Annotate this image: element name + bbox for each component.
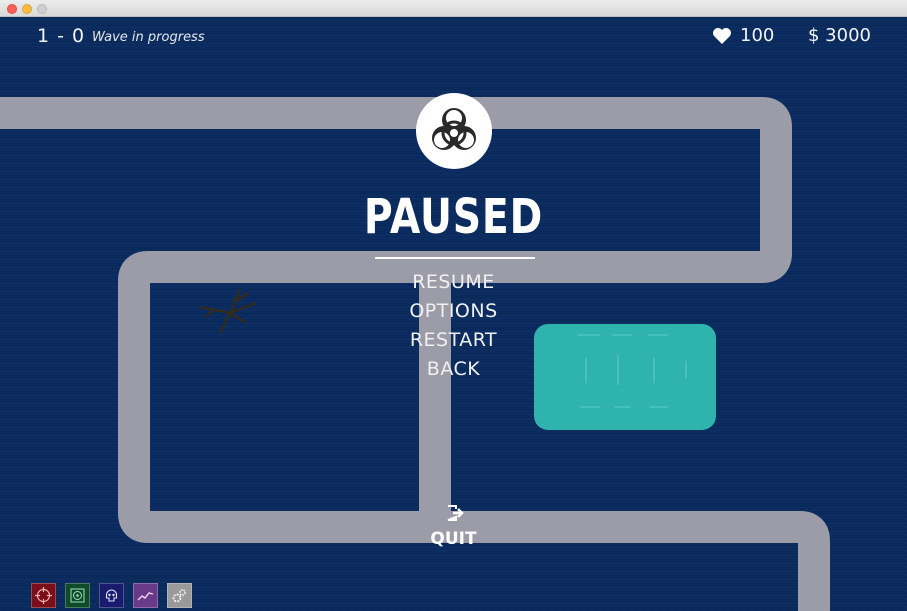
tower-slot-radar[interactable] — [65, 583, 90, 608]
game-board: 1 - 0 Wave in progress 100 $ 3000 PAUSED — [0, 17, 907, 611]
back-button[interactable]: BACK — [0, 355, 907, 384]
zoom-window-button[interactable] — [37, 4, 47, 14]
minimize-window-button[interactable] — [22, 4, 32, 14]
score-display: 1 - 0 — [37, 25, 86, 47]
pause-menu: RESUME OPTIONS RESTART BACK — [0, 268, 907, 384]
tower-slot-gears[interactable] — [167, 583, 192, 608]
tower-slot-skull[interactable] — [99, 583, 124, 608]
money-display: $ 3000 — [808, 25, 871, 46]
lives-value: 100 — [740, 25, 775, 46]
paused-title: PAUSED — [363, 189, 544, 245]
crosshair-icon — [35, 587, 52, 604]
skull-icon — [105, 589, 118, 602]
quit-button[interactable]: QUIT — [0, 529, 907, 549]
window-titlebar — [0, 0, 907, 17]
resume-button[interactable]: RESUME — [0, 268, 907, 297]
biohazard-icon — [416, 93, 492, 169]
title-divider — [375, 257, 535, 259]
wave-status: Wave in progress — [92, 30, 205, 45]
close-window-button[interactable] — [7, 4, 17, 14]
trend-icon — [137, 592, 154, 601]
radar-icon — [70, 588, 85, 603]
exit-icon[interactable] — [447, 505, 465, 521]
tower-toolbar — [31, 583, 192, 608]
restart-button[interactable]: RESTART — [0, 326, 907, 355]
tower-slot-trend[interactable] — [133, 583, 158, 608]
gears-icon — [172, 589, 186, 603]
heart-icon — [713, 27, 731, 44]
lives-display: 100 — [712, 25, 774, 46]
options-button[interactable]: OPTIONS — [0, 297, 907, 326]
tower-slot-crosshair[interactable] — [31, 583, 56, 608]
